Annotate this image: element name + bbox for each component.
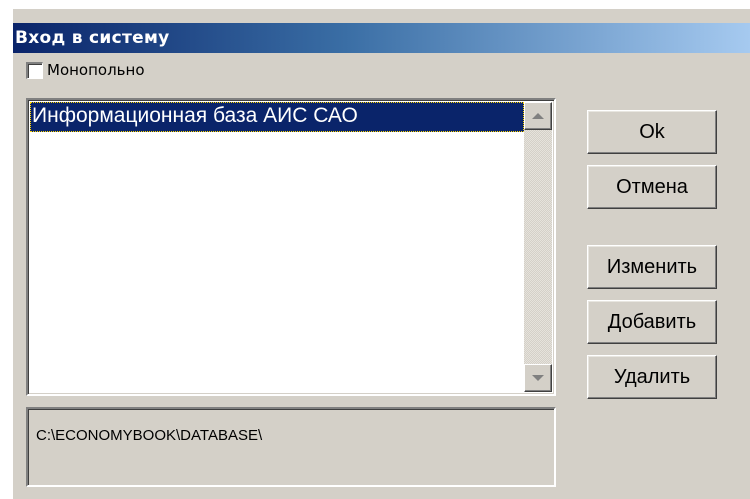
edit-button[interactable]: Изменить [587, 245, 717, 289]
database-path-display: C:\ECONOMYBOOK\DATABASE\ [26, 407, 556, 487]
scroll-down-button[interactable] [524, 364, 552, 392]
list-item-database[interactable]: Информационная база АИС САО [30, 102, 524, 132]
triangle-down-icon [532, 375, 544, 381]
scroll-up-button[interactable] [524, 102, 552, 130]
add-button[interactable]: Добавить [587, 300, 717, 344]
exclusive-checkbox-label[interactable]: Монопольно [47, 61, 145, 79]
database-list: Информационная база АИС САО [30, 102, 524, 392]
delete-button[interactable]: Удалить [587, 355, 717, 399]
ok-button[interactable]: Ok [587, 110, 717, 154]
exclusive-checkbox[interactable] [26, 61, 43, 79]
triangle-up-icon [532, 113, 544, 119]
database-listbox[interactable]: Информационная база АИС САО [26, 98, 556, 396]
exclusive-checkbox-group[interactable]: Монопольно [26, 58, 145, 82]
title-bar[interactable]: Вход в систему [13, 23, 750, 53]
cancel-button[interactable]: Отмена [587, 165, 717, 209]
dialog-top-edge [13, 9, 750, 23]
vertical-scrollbar[interactable] [524, 102, 552, 392]
